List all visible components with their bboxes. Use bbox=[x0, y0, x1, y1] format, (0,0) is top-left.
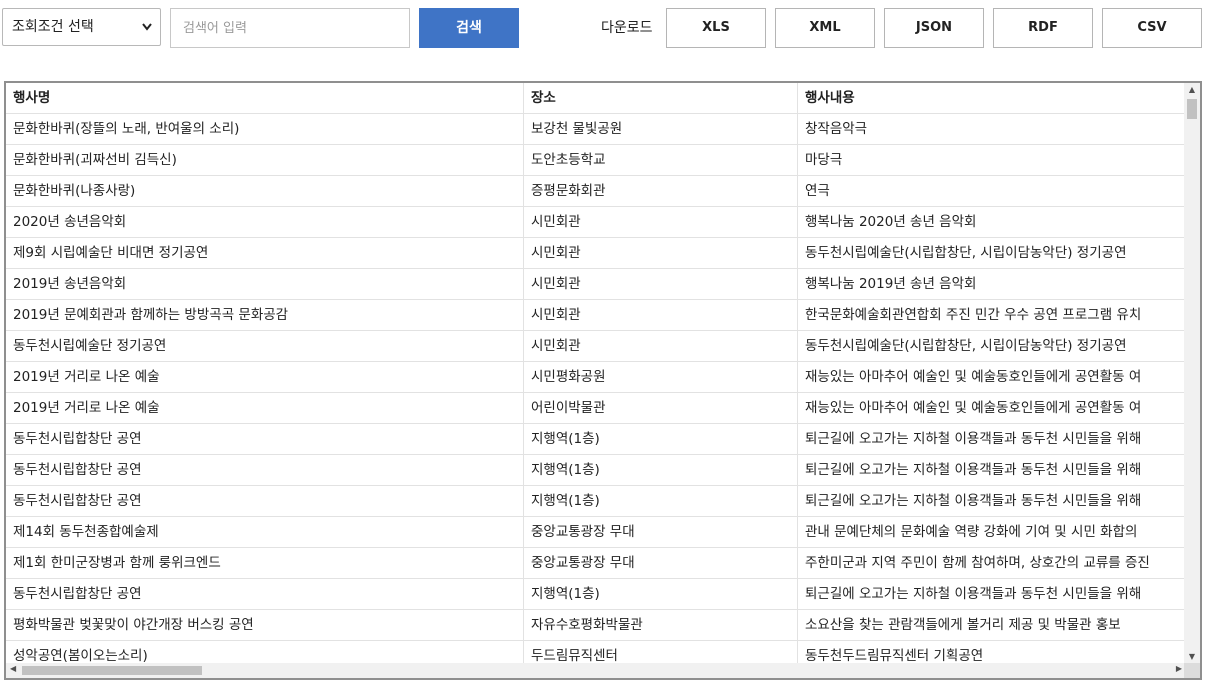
cell-place: 지행역(1층) bbox=[523, 486, 797, 516]
table-row[interactable]: 동두천시립예술단 정기공연 시민회관 동두천시립예술단(시립합창단, 시립이담농악단… bbox=[6, 331, 1186, 362]
cell-place: 시민평화공원 bbox=[523, 362, 797, 392]
cell-event-name: 동두천시립합창단 공연 bbox=[13, 586, 142, 602]
cell-event-content: 퇴근길에 오고가는 지하철 이용객들과 동두천 시민들을 위해 bbox=[797, 579, 1186, 609]
header-event-content[interactable]: 행사내용 bbox=[797, 83, 1186, 113]
cell-event-name: 문화한바퀴(나종사랑) bbox=[13, 183, 136, 199]
cell-event-content: 동두천시립예술단(시립합창단, 시립이담농악단) 정기공연 bbox=[797, 331, 1186, 361]
scroll-up-icon[interactable]: ▲ bbox=[1184, 85, 1200, 94]
table-row[interactable]: 문화한바퀴(괴짜선비 김득신) 도안초등학교 마당극 bbox=[6, 145, 1186, 176]
cell-event-name: 제1회 한미군장병과 함께 룽위크엔드 bbox=[13, 555, 221, 571]
cell-event-content: 행복나눔 2019년 송년 음악회 bbox=[797, 269, 1186, 299]
cell-event-name: 문화한바퀴(장뜰의 노래, 반여울의 소리) bbox=[13, 121, 240, 137]
cell-event-content: 소요산을 찾는 관람객들에게 볼거리 제공 및 박물관 홍보 bbox=[797, 610, 1186, 640]
cell-event-name: 제9회 시립예술단 비대면 정기공연 bbox=[13, 245, 209, 261]
table-row[interactable]: 2020년 송년음악회 시민회관 행복나눔 2020년 송년 음악회 bbox=[6, 207, 1186, 238]
table-row[interactable]: 제1회 한미군장병과 함께 룽위크엔드 중앙교통광장 무대 주한미군과 지역 주민이… bbox=[6, 548, 1186, 579]
cell-place: 중앙교통광장 무대 bbox=[523, 517, 797, 547]
cell-place: 시민회관 bbox=[523, 331, 797, 361]
horizontal-scrollbar[interactable]: ◀ ▶ bbox=[6, 663, 1186, 678]
cell-event-content: 퇴근길에 오고가는 지하철 이용객들과 동두천 시민들을 위해 bbox=[797, 486, 1186, 516]
cell-place: 보강천 물빛공원 bbox=[523, 114, 797, 144]
cell-place: 시민회관 bbox=[523, 207, 797, 237]
scroll-left-icon[interactable]: ◀ bbox=[10, 664, 16, 673]
cell-event-content: 한국문화예술회관연합회 주진 민간 우수 공연 프로그램 유치 bbox=[797, 300, 1186, 330]
download-label: 다운로드 bbox=[601, 20, 653, 36]
download-rdf-button[interactable]: RDF bbox=[993, 8, 1093, 48]
cell-place: 시민회관 bbox=[523, 269, 797, 299]
cell-event-name: 2019년 송년음악회 bbox=[13, 276, 127, 292]
cell-event-name: 2019년 거리로 나온 예술 bbox=[13, 369, 160, 385]
toolbar: 조회조건 선택 검색 다운로드 XLS XML JSON RDF CSV bbox=[0, 8, 1209, 48]
table-row[interactable]: 동두천시립합창단 공연 지행역(1층) 퇴근길에 오고가는 지하철 이용객들과 동두… bbox=[6, 455, 1186, 486]
table-row[interactable]: 문화한바퀴(나종사랑) 증평문화회관 연극 bbox=[6, 176, 1186, 207]
header-row: 행사명 장소 행사내용 bbox=[6, 83, 1186, 114]
table-row[interactable]: 제14회 동두천종합예술제 중앙교통광장 무대 관내 문예단체의 문화예술 역량 강… bbox=[6, 517, 1186, 548]
cell-event-name: 2019년 거리로 나온 예술 bbox=[13, 400, 160, 416]
cell-event-content: 동두천시립예술단(시립합창단, 시립이담농악단) 정기공연 bbox=[797, 238, 1186, 268]
cell-event-content: 연극 bbox=[797, 176, 1186, 206]
cell-event-content: 퇴근길에 오고가는 지하철 이용객들과 동두천 시민들을 위해 bbox=[797, 455, 1186, 485]
table-row[interactable]: 2019년 거리로 나온 예술 시민평화공원 재능있는 아마추어 예술인 및 예술동… bbox=[6, 362, 1186, 393]
cell-event-name: 동두천시립예술단 정기공연 bbox=[13, 338, 167, 354]
cell-event-name: 2020년 송년음악회 bbox=[13, 214, 127, 230]
cell-event-content: 마당극 bbox=[797, 145, 1186, 175]
cell-event-content: 퇴근길에 오고가는 지하철 이용객들과 동두천 시민들을 위해 bbox=[797, 424, 1186, 454]
table-row[interactable]: 2019년 거리로 나온 예술 어린이박물관 재능있는 아마추어 예술인 및 예술동… bbox=[6, 393, 1186, 424]
cell-event-name: 평화박물관 벚꽃맞이 야간개장 버스킹 공연 bbox=[13, 617, 254, 633]
cell-place: 중앙교통광장 무대 bbox=[523, 548, 797, 578]
chevron-down-icon bbox=[141, 9, 153, 59]
table-row[interactable]: 성악공연(봄이오는소리) 두드림뮤직센터 동두천두드림뮤직센터 기획공연 bbox=[6, 641, 1186, 663]
header-event-name[interactable]: 행사명 bbox=[6, 83, 523, 113]
cell-place: 지행역(1층) bbox=[523, 455, 797, 485]
cell-event-content: 주한미군과 지역 주민이 함께 참여하며, 상호간의 교류를 증진 bbox=[797, 548, 1186, 578]
table-row[interactable]: 평화박물관 벚꽃맞이 야간개장 버스킹 공연 자유수호평화박물관 소요산을 찾는 관… bbox=[6, 610, 1186, 641]
horizontal-scroll-thumb[interactable] bbox=[22, 666, 202, 675]
condition-select-value: 조회조건 선택 bbox=[12, 19, 94, 35]
cell-event-name: 동두천시립합창단 공연 bbox=[13, 493, 142, 509]
download-json-button[interactable]: JSON bbox=[884, 8, 984, 48]
table-row[interactable]: 동두천시립합창단 공연 지행역(1층) 퇴근길에 오고가는 지하철 이용객들과 동두… bbox=[6, 579, 1186, 610]
search-input[interactable] bbox=[170, 8, 410, 48]
search-button[interactable]: 검색 bbox=[419, 8, 519, 48]
scroll-right-icon[interactable]: ▶ bbox=[1176, 664, 1182, 673]
grid-rows: 행사명 장소 행사내용 문화한바퀴(장뜰의 노래, 반여울의 소리) 보강천 물빛… bbox=[6, 83, 1186, 663]
vertical-scrollbar[interactable]: ▲ ▼ bbox=[1184, 83, 1200, 663]
cell-place: 증평문화회관 bbox=[523, 176, 797, 206]
scroll-down-icon[interactable]: ▼ bbox=[1184, 652, 1200, 661]
cell-place: 지행역(1층) bbox=[523, 424, 797, 454]
cell-event-name: 2019년 문예회관과 함께하는 방방곡곡 문화공감 bbox=[13, 307, 289, 323]
cell-event-content: 재능있는 아마추어 예술인 및 예술동호인들에게 공연활동 여 bbox=[797, 362, 1186, 392]
cell-event-name: 제14회 동두천종합예술제 bbox=[13, 524, 159, 540]
table-row[interactable]: 제9회 시립예술단 비대면 정기공연 시민회관 동두천시립예술단(시립합창단, 시립… bbox=[6, 238, 1186, 269]
table-row[interactable]: 동두천시립합창단 공연 지행역(1층) 퇴근길에 오고가는 지하철 이용객들과 동두… bbox=[6, 486, 1186, 517]
download-csv-button[interactable]: CSV bbox=[1102, 8, 1202, 48]
cell-event-name: 동두천시립합창단 공연 bbox=[13, 462, 142, 478]
cell-event-content: 관내 문예단체의 문화예술 역량 강화에 기여 및 시민 화합의 bbox=[797, 517, 1186, 547]
table-row[interactable]: 동두천시립합창단 공연 지행역(1층) 퇴근길에 오고가는 지하철 이용객들과 동두… bbox=[6, 424, 1186, 455]
download-xml-button[interactable]: XML bbox=[775, 8, 875, 48]
cell-place: 도안초등학교 bbox=[523, 145, 797, 175]
vertical-scroll-thumb[interactable] bbox=[1187, 99, 1197, 119]
condition-select[interactable]: 조회조건 선택 bbox=[2, 8, 161, 46]
cell-event-content: 창작음악극 bbox=[797, 114, 1186, 144]
cell-place: 시민회관 bbox=[523, 300, 797, 330]
download-xls-button[interactable]: XLS bbox=[666, 8, 766, 48]
cell-event-content: 행복나눔 2020년 송년 음악회 bbox=[797, 207, 1186, 237]
table-row[interactable]: 문화한바퀴(장뜰의 노래, 반여울의 소리) 보강천 물빛공원 창작음악극 bbox=[6, 114, 1186, 145]
cell-place: 시민회관 bbox=[523, 238, 797, 268]
cell-place: 두드림뮤직센터 bbox=[523, 641, 797, 663]
cell-place: 지행역(1층) bbox=[523, 579, 797, 609]
cell-event-name: 동두천시립합창단 공연 bbox=[13, 431, 142, 447]
table-row[interactable]: 2019년 송년음악회 시민회관 행복나눔 2019년 송년 음악회 bbox=[6, 269, 1186, 300]
cell-place: 어린이박물관 bbox=[523, 393, 797, 423]
cell-event-name: 성악공연(봄이오는소리) bbox=[13, 648, 148, 663]
cell-event-name: 문화한바퀴(괴짜선비 김득신) bbox=[13, 152, 177, 168]
header-place[interactable]: 장소 bbox=[523, 83, 797, 113]
cell-event-content: 재능있는 아마추어 예술인 및 예술동호인들에게 공연활동 여 bbox=[797, 393, 1186, 423]
table-row[interactable]: 2019년 문예회관과 함께하는 방방곡곡 문화공감 시민회관 한국문화예술회관연합… bbox=[6, 300, 1186, 331]
cell-place: 자유수호평화박물관 bbox=[523, 610, 797, 640]
scrollbar-corner bbox=[1184, 663, 1200, 678]
data-grid: 행사명 장소 행사내용 문화한바퀴(장뜰의 노래, 반여울의 소리) 보강천 물빛… bbox=[4, 81, 1202, 680]
cell-event-content: 동두천두드림뮤직센터 기획공연 bbox=[797, 641, 1186, 663]
